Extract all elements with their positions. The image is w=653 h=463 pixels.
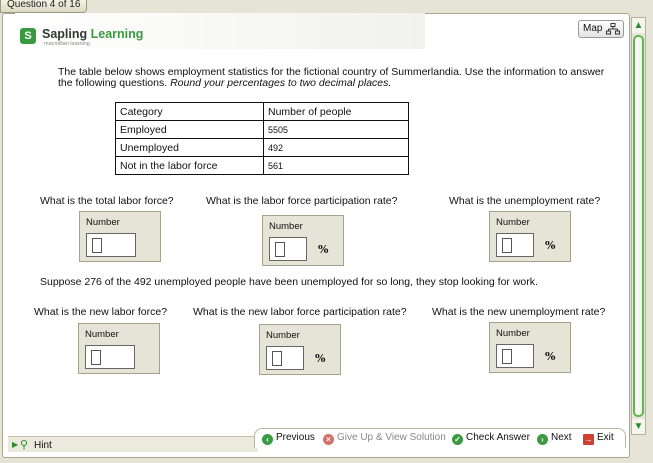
total-labor-force-input[interactable] [86,233,136,257]
sapling-logo-icon: S [20,28,36,44]
table-cell: 5505 [263,120,409,139]
map-button[interactable]: Map [578,20,624,38]
answer-box-new-labor-force: Number [78,323,160,374]
exit-button[interactable]: → Exit [583,432,614,445]
check-answer-label: Check Answer [466,432,530,443]
employment-table: Category Number of people Employed 5505 … [115,102,409,175]
question-tab: Question 4 of 16 [0,0,88,13]
scroll-down-icon[interactable]: ▼ [632,419,645,434]
scenario-text: Suppose 276 of the 492 unemployed people… [40,276,538,288]
participation-rate-input[interactable] [269,237,307,261]
input-caret [502,238,512,253]
map-icon [606,23,620,35]
table-cell: 561 [263,156,409,175]
input-caret [275,242,285,257]
table-header-row: Category Number of people [115,102,409,121]
answer-label: Number [266,330,300,341]
intro-instruction: Round your percentages to two decimal pl… [170,77,392,89]
question-total-labor-force: What is the total labor force? [40,195,174,207]
new-labor-force-input[interactable] [85,345,135,369]
hint-expand-icon[interactable]: ▶ [12,440,18,449]
check-icon: ✓ [452,434,463,445]
answer-label: Number [269,221,303,232]
answer-label: Number [86,217,120,228]
next-icon: › [537,434,548,445]
answer-label: Number [496,328,530,339]
answer-label: Number [85,329,119,340]
map-button-label: Map [583,23,603,34]
table-cell: Not in the labor force [115,156,264,175]
next-label: Next [551,432,572,443]
new-participation-rate-input[interactable] [266,346,304,370]
give-up-label: Give Up & View Solution [337,432,446,443]
give-up-icon: × [323,434,334,445]
unemployment-rate-input[interactable] [496,233,534,257]
brand-name-second: Learning [90,27,144,41]
previous-button[interactable]: ‹ Previous [262,432,315,445]
input-caret [92,238,102,253]
percent-unit: % [545,239,556,252]
scroll-up-icon[interactable]: ▲ [632,18,645,33]
answer-box-new-participation-rate: Number % [259,324,341,375]
scroll-thumb[interactable] [633,35,644,417]
table-header: Number of people [263,102,409,121]
brand-name: Sapling Learning [42,27,143,41]
question-intro: The table below shows employment statist… [58,67,618,89]
answer-box-participation-rate: Number % [262,215,344,266]
answer-box-total-labor-force: Number [79,211,161,262]
question-new-unemployment-rate: What is the new unemployment rate? [432,306,606,318]
table-row: Not in the labor force 561 [115,156,409,175]
new-unemployment-rate-input[interactable] [496,344,534,368]
next-button[interactable]: › Next [537,432,572,445]
question-new-participation-rate: What is the new labor force participatio… [193,306,407,318]
exit-label: Exit [597,432,614,443]
table-cell: Unemployed [115,138,264,157]
exit-icon: → [583,434,594,445]
table-cell: Employed [115,120,264,139]
give-up-button[interactable]: × Give Up & View Solution [323,432,446,445]
answer-label: Number [496,217,530,228]
question-tab-label: Question 4 of 16 [7,0,81,10]
percent-unit: % [545,350,556,363]
question-participation-rate: What is the labor force participation ra… [206,195,398,207]
percent-unit: % [315,352,326,365]
answer-box-new-unemployment-rate: Number % [489,322,571,373]
question-unemployment-rate: What is the unemployment rate? [449,195,601,207]
percent-unit: % [318,243,329,256]
check-answer-button[interactable]: ✓ Check Answer [452,432,530,445]
previous-label: Previous [276,432,315,443]
lightbulb-icon: ⚲ [20,439,29,451]
hint-label[interactable]: Hint [34,440,52,451]
input-caret [91,350,101,365]
table-row: Employed 5505 [115,120,409,139]
input-caret [272,351,282,366]
table-header: Category [115,102,264,121]
previous-icon: ‹ [262,434,273,445]
brand-subtitle: macmillan learning [44,41,90,47]
answer-box-unemployment-rate: Number % [489,211,571,262]
vertical-scrollbar[interactable]: ▲ ▼ [631,17,646,435]
brand-name-first: Sapling [42,27,88,41]
question-new-labor-force: What is the new labor force? [34,306,168,318]
table-row: Unemployed 492 [115,138,409,157]
table-cell: 492 [263,138,409,157]
input-caret [502,349,512,364]
